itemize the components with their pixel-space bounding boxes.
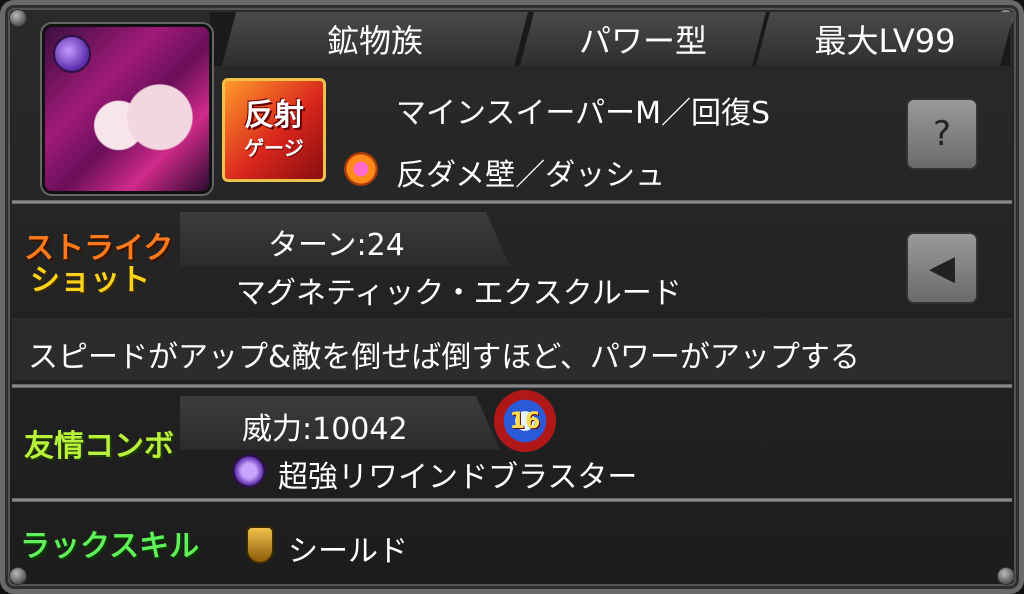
luck-skill-label: ラックスキル xyxy=(20,529,200,564)
speaker-icon: ◀ xyxy=(928,248,956,288)
strike-shot-label-line1: ストライク xyxy=(24,231,174,266)
friendship-combo-label: 友情コンボ xyxy=(24,429,174,464)
help-button[interactable]: ? xyxy=(906,98,978,170)
divider xyxy=(12,498,1012,502)
dark-orb-icon xyxy=(232,454,266,488)
voice-button[interactable]: ◀ xyxy=(906,232,978,304)
tribe-label: 鉱物族 xyxy=(326,22,423,60)
type-label: パワー型 xyxy=(578,22,707,60)
strike-shot-label-line2: ショット xyxy=(30,263,150,298)
divider xyxy=(12,384,1012,388)
strike-shot-name: マグネティック・エクスクルード xyxy=(236,276,682,311)
combo-level-number: 16 xyxy=(509,408,541,434)
friendship-power: 威力:10042 xyxy=(242,412,408,447)
gauge-ability-text: 反ダメ壁／ダッシュ xyxy=(396,158,666,193)
gauge-ability-icon xyxy=(344,152,378,186)
friendship-combo-name: 超強リワインドブラスター xyxy=(278,460,638,495)
combo-level-badge: 16 xyxy=(494,390,556,452)
shield-icon xyxy=(246,526,274,564)
max-level-tab: 最大LV99 xyxy=(756,12,1014,66)
divider xyxy=(12,200,1012,204)
strike-shot-description: スピードがアップ&敵を倒せば倒すほど、パワーがアップする xyxy=(28,340,860,375)
corner-bolt-icon xyxy=(9,9,27,27)
corner-bolt-icon xyxy=(9,567,27,585)
corner-bolt-icon xyxy=(997,567,1015,585)
dark-element-icon xyxy=(53,35,91,73)
character-avatar[interactable] xyxy=(42,24,212,194)
question-icon: ? xyxy=(932,114,952,154)
gauge-badge-top: 反射 xyxy=(244,97,304,133)
main-ability-text: マインスイーパーM／回復S xyxy=(396,96,771,131)
strike-shot-turns: ターン:24 xyxy=(268,228,405,263)
type-tab: パワー型 xyxy=(520,12,766,66)
max-level-label: 最大LV99 xyxy=(814,22,956,60)
gauge-badge-bottom: ゲージ xyxy=(244,135,304,160)
luck-skill-name: シールド xyxy=(288,534,408,569)
reflect-gauge-icon: 反射 ゲージ xyxy=(222,78,326,182)
tribe-tab: 鉱物族 xyxy=(222,12,528,66)
